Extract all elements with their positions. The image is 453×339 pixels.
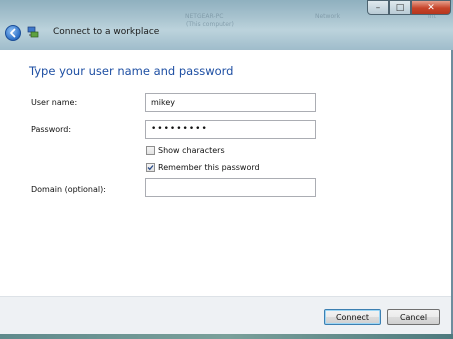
- button-bar: Connect Cancel: [0, 296, 453, 335]
- remember-password-label: Remember this password: [158, 163, 260, 172]
- domain-label: Domain (optional):: [31, 185, 106, 194]
- back-button[interactable]: [5, 25, 21, 41]
- title-bar: NETGEAR-PC (This computer) Network Int –…: [0, 0, 453, 50]
- remember-password-checkbox[interactable]: [146, 163, 155, 172]
- maximize-button[interactable]: □: [389, 0, 411, 15]
- remember-password-option[interactable]: Remember this password: [146, 163, 260, 172]
- network-connection-icon: [27, 26, 39, 38]
- password-label: Password:: [31, 125, 72, 134]
- checkmark-icon: [147, 165, 154, 171]
- show-characters-checkbox[interactable]: [146, 146, 155, 155]
- minimize-button[interactable]: –: [367, 0, 389, 15]
- background-network-sublabel: (This computer): [186, 21, 234, 28]
- background-network-label: NETGEAR-PC: [185, 13, 224, 20]
- window-controls: – □ ✕: [367, 0, 451, 16]
- connect-button[interactable]: Connect: [324, 309, 381, 325]
- password-input[interactable]: •••••••••: [145, 120, 316, 139]
- content-panel: Type your user name and password User na…: [0, 50, 453, 296]
- username-input[interactable]: mikey: [145, 93, 316, 112]
- desktop-edge: [0, 334, 453, 339]
- cancel-button[interactable]: Cancel: [387, 309, 440, 325]
- username-label: User name:: [31, 98, 78, 107]
- show-characters-option[interactable]: Show characters: [146, 146, 225, 155]
- back-arrow-icon: [10, 28, 16, 38]
- close-button[interactable]: ✕: [411, 0, 451, 15]
- show-characters-label: Show characters: [158, 146, 225, 155]
- wizard-title: Connect to a workplace: [53, 27, 160, 37]
- domain-input[interactable]: [145, 178, 316, 197]
- page-heading: Type your user name and password: [29, 64, 234, 78]
- background-network-label-2: Network: [315, 13, 341, 20]
